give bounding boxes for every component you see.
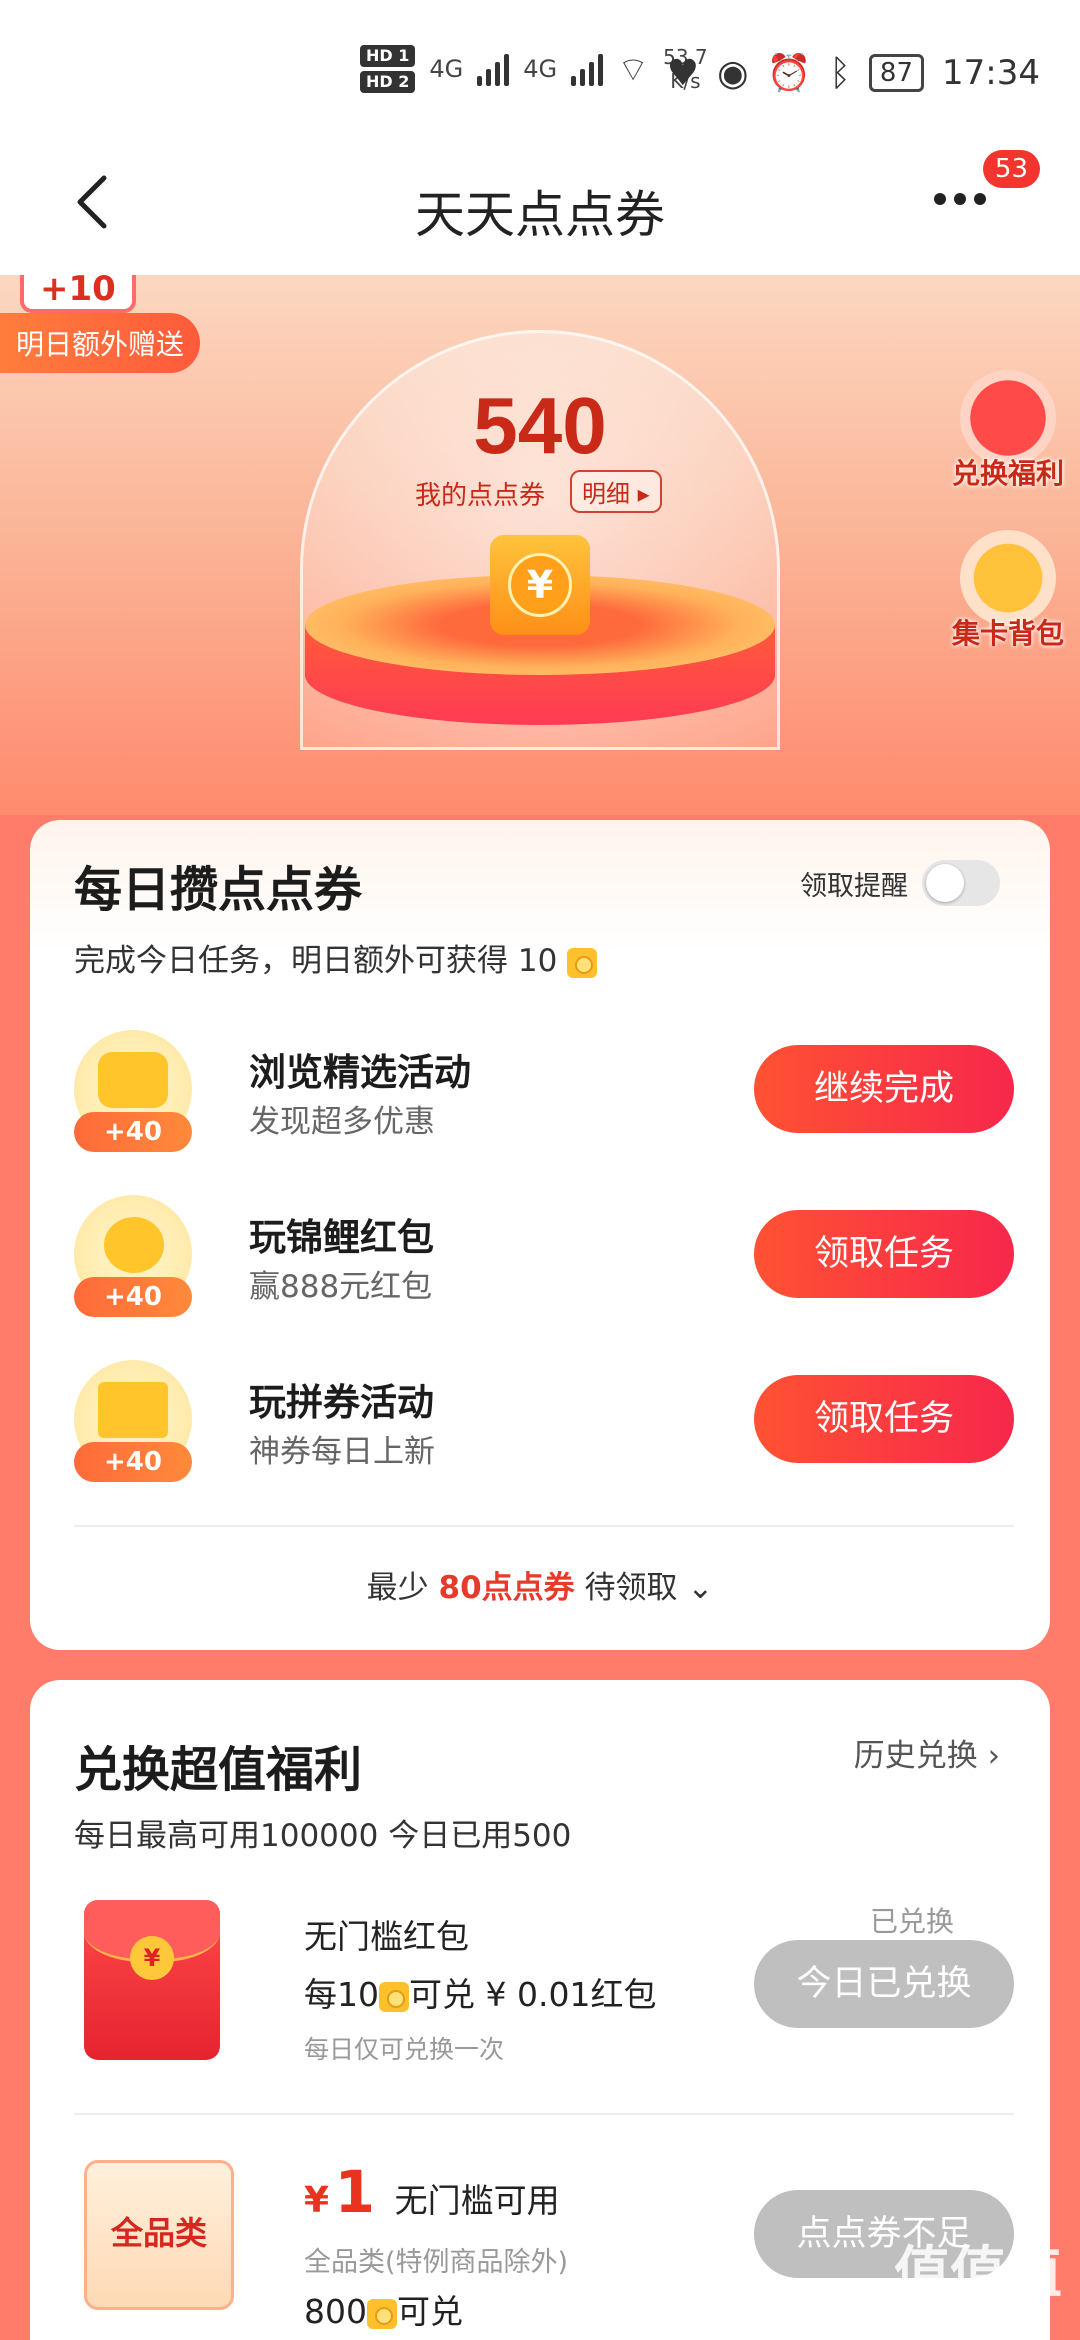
notification-badge: 53 (982, 150, 1040, 188)
status-right: ♥ ◉ ⏰ ᛒ 87 17:34 (666, 52, 1040, 95)
pending-points-amount: 80点点券 (438, 1570, 575, 1606)
coupon-icon (367, 2298, 397, 2329)
divider (74, 1525, 1014, 1527)
daily-subtitle: 完成今日任务，明日额外可获得 10 (74, 935, 598, 980)
hd2-label: HD 2 (360, 71, 416, 93)
bluetooth-icon: ᛒ (829, 52, 851, 94)
watermark: 值值值 zhizhizhi.com (894, 2241, 1062, 2330)
all-category-badge: 全品类 (84, 2160, 234, 2310)
status-bar: HD 1 HD 2 4G 4G ⌔ 53.7 K/s ♥ ◉ ⏰ ᛒ 87 17… (0, 0, 1080, 150)
task-action-button[interactable]: 领取任务 (754, 1210, 1014, 1298)
daily-tasks-card: 每日攒点点券 领取提醒 完成今日任务，明日额外可获得 10 +40 浏览精选活动… (30, 820, 1050, 1650)
reward-item: 全品类 ¥ 1 无门槛可用 全品类(特例商品除外) 800 可兑 点点券不足 (74, 2150, 1014, 2340)
bonus-plus-badge: +10 (20, 275, 136, 313)
coupon-price: ¥ 1 无门槛可用 (304, 2158, 560, 2226)
coupon-title: 无门槛可用 (394, 2181, 560, 2220)
chevron-down-icon: ⌄ (687, 1570, 714, 1606)
task-reward: +40 (74, 1442, 192, 1482)
red-envelope-icon: ¥ (84, 1900, 220, 2060)
page-title: 天天点点券 (415, 186, 665, 244)
net2-label: 4G (523, 55, 558, 83)
clock: 17:34 (942, 53, 1040, 93)
task-item: +40 玩拼券活动 神券每日上新 领取任务 (74, 1360, 1014, 1490)
coupon-icon (379, 1981, 409, 2012)
task-reward: +40 (74, 1277, 192, 1317)
daily-title: 每日攒点点券 (74, 862, 363, 918)
reward-rate: 每10 可兑 ¥ 0.01红包 (304, 1975, 657, 2014)
remind-toggle[interactable] (922, 860, 1000, 906)
card-bag-label: 集卡背包 (951, 617, 1064, 650)
exchange-welfare-entry[interactable]: 兑换福利 (948, 370, 1068, 492)
reward-note: 每日仅可兑换一次 (304, 2035, 505, 2064)
detail-button[interactable]: 明细 ▸ (570, 470, 662, 513)
task-action-button[interactable]: 继续完成 (754, 1045, 1014, 1133)
reward-status: 已兑换 (869, 1905, 954, 1938)
task-desc: 发现超多优惠 (249, 1104, 435, 1140)
bonus-tag[interactable]: 明日额外赠送 (0, 313, 201, 373)
points-hero: ¥ 540 我的点点券 明细 ▸ +10 明日额外赠送 兑换福利 集卡背包 (0, 275, 1080, 815)
exchange-welfare-label: 兑换福利 (951, 457, 1064, 490)
remind-label: 领取提醒 (800, 870, 908, 902)
remind-toggle-row: 领取提醒 (800, 860, 1000, 906)
task-desc: 赢888元红包 (249, 1269, 433, 1305)
task-title: 玩锦鲤红包 (249, 1216, 434, 1259)
task-title: 玩拼券活动 (249, 1381, 434, 1424)
hd1-label: HD 1 (360, 45, 416, 67)
battery-indicator: 87 (868, 54, 925, 92)
redeemed-button[interactable]: 今日已兑换 (754, 1940, 1014, 2028)
wifi-icon: ⌔ (617, 49, 650, 90)
status-left: HD 1 HD 2 4G 4G ⌔ 53.7 K/s (360, 45, 708, 93)
net1-label: 4G (429, 55, 464, 83)
exchange-subtitle: 每日最高可用100000 今日已用500 (74, 1818, 572, 1854)
task-action-button[interactable]: 领取任务 (754, 1375, 1014, 1463)
app-header: 天天点点券 53 (0, 140, 1080, 275)
task-title: 浏览精选活动 (249, 1051, 471, 1094)
points-value: 540 (473, 381, 607, 470)
alarm-icon: ⏰ (766, 53, 812, 94)
points-label: 我的点点券 (415, 481, 546, 511)
coupon-scope: 全品类(特例商品除外) (304, 2247, 569, 2278)
task-item: +40 玩锦鲤红包 赢888元红包 领取任务 (74, 1195, 1014, 1325)
signal-icon (571, 52, 604, 86)
coupon-icon (567, 947, 598, 978)
eye-icon: ◉ (717, 52, 749, 94)
card-bag-entry[interactable]: 集卡背包 (948, 530, 1068, 652)
more-button[interactable] (930, 190, 990, 220)
heart-icon: ♥ (666, 52, 700, 94)
coupon-ticket-icon: ¥ (490, 535, 590, 635)
task-desc: 神券每日上新 (249, 1434, 435, 1470)
history-exchange-link[interactable]: 历史兑换 › (854, 1730, 1000, 1775)
divider (74, 2113, 1014, 2115)
hd-indicator: HD 1 HD 2 (360, 45, 416, 93)
task-item: +40 浏览精选活动 发现超多优惠 继续完成 (74, 1030, 1014, 1160)
exchange-title: 兑换超值福利 (74, 1742, 363, 1798)
coupon-cost: 800 可兑 (304, 2292, 463, 2331)
pending-points-toggle[interactable]: 最少 80点点券 待领取 ⌄ (30, 1562, 1050, 1607)
reward-title: 无门槛红包 (304, 1917, 469, 1956)
signal-icon (477, 52, 510, 86)
reward-item: ¥ 无门槛红包 每10 可兑 ¥ 0.01红包 每日仅可兑换一次 已兑换 今日已兑… (74, 1900, 1014, 2100)
task-reward: +40 (74, 1112, 192, 1152)
